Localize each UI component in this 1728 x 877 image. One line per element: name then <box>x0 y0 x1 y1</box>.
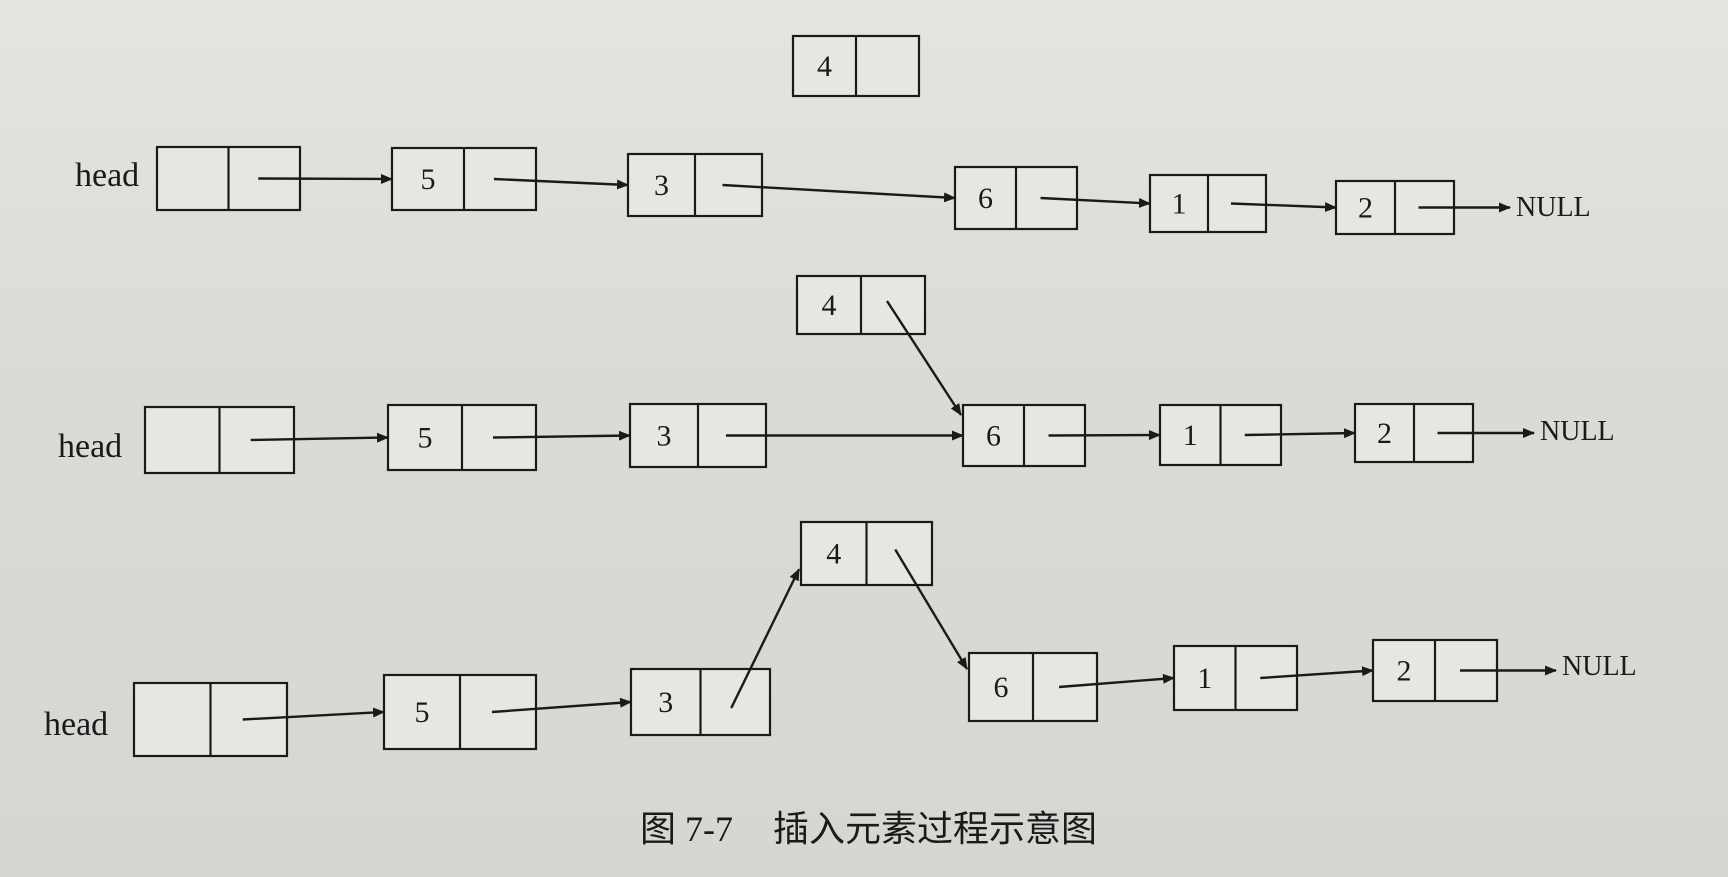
node-value: 2 <box>1377 417 1392 450</box>
node-value: 5 <box>421 163 436 196</box>
node-value: 1 <box>1183 419 1198 452</box>
figure-number: 图 7-7 <box>640 809 733 849</box>
node-value: 6 <box>978 182 993 215</box>
null-label: NULL <box>1540 416 1615 447</box>
list-node: 5 <box>382 673 538 751</box>
node-value: 3 <box>658 686 673 719</box>
list-row-3: head 5 3 6 1 2 NULL 4 <box>44 520 1637 758</box>
new-node: 4 <box>795 274 927 336</box>
head-label: head <box>58 428 122 465</box>
head-label: head <box>75 157 139 194</box>
node-value: 1 <box>1197 662 1212 695</box>
null-label: NULL <box>1516 192 1591 223</box>
pointer-arrow <box>258 173 393 184</box>
node-value: 4 <box>826 538 841 571</box>
node-value: 3 <box>654 169 669 202</box>
node-value: 3 <box>657 420 672 453</box>
node-value: 6 <box>994 671 1009 704</box>
list-row-1: head 5 3 6 1 2 NULL 4 <box>75 34 1591 236</box>
node-value: 2 <box>1358 192 1373 225</box>
node-value: 5 <box>415 696 430 729</box>
pointer-arrow <box>1048 430 1161 441</box>
list-node: 6 <box>967 651 1099 723</box>
figure-title: 插入元素过程示意图 <box>773 809 1098 850</box>
node-value: 6 <box>986 420 1001 453</box>
list-row-2: head 5 3 6 1 2 NULL 4 <box>58 274 1615 475</box>
node-value: 2 <box>1397 655 1412 688</box>
new-node: 4 <box>791 34 921 98</box>
figure-page: head 5 3 6 1 2 NULL 4 head 5 3 6 1 2 NULL 4 head 5 3 6 1 2 NUL… <box>0 0 1728 877</box>
node-value: 4 <box>817 50 832 83</box>
node-value: 5 <box>418 422 433 455</box>
list-node: 1 <box>1172 644 1299 712</box>
figure-caption: 图 7-7 插入元素过程示意图 <box>640 800 1097 852</box>
node-value: 4 <box>822 289 837 322</box>
head-label: head <box>44 706 108 743</box>
list-node: 3 <box>629 667 772 737</box>
linked-list-diagram: head 5 3 6 1 2 NULL 4 head 5 3 6 1 2 NULL 4 head 5 3 6 1 2 NUL… <box>44 34 1637 758</box>
new-node: 4 <box>799 520 934 587</box>
null-label: NULL <box>1562 651 1637 682</box>
node-value: 1 <box>1172 188 1187 221</box>
